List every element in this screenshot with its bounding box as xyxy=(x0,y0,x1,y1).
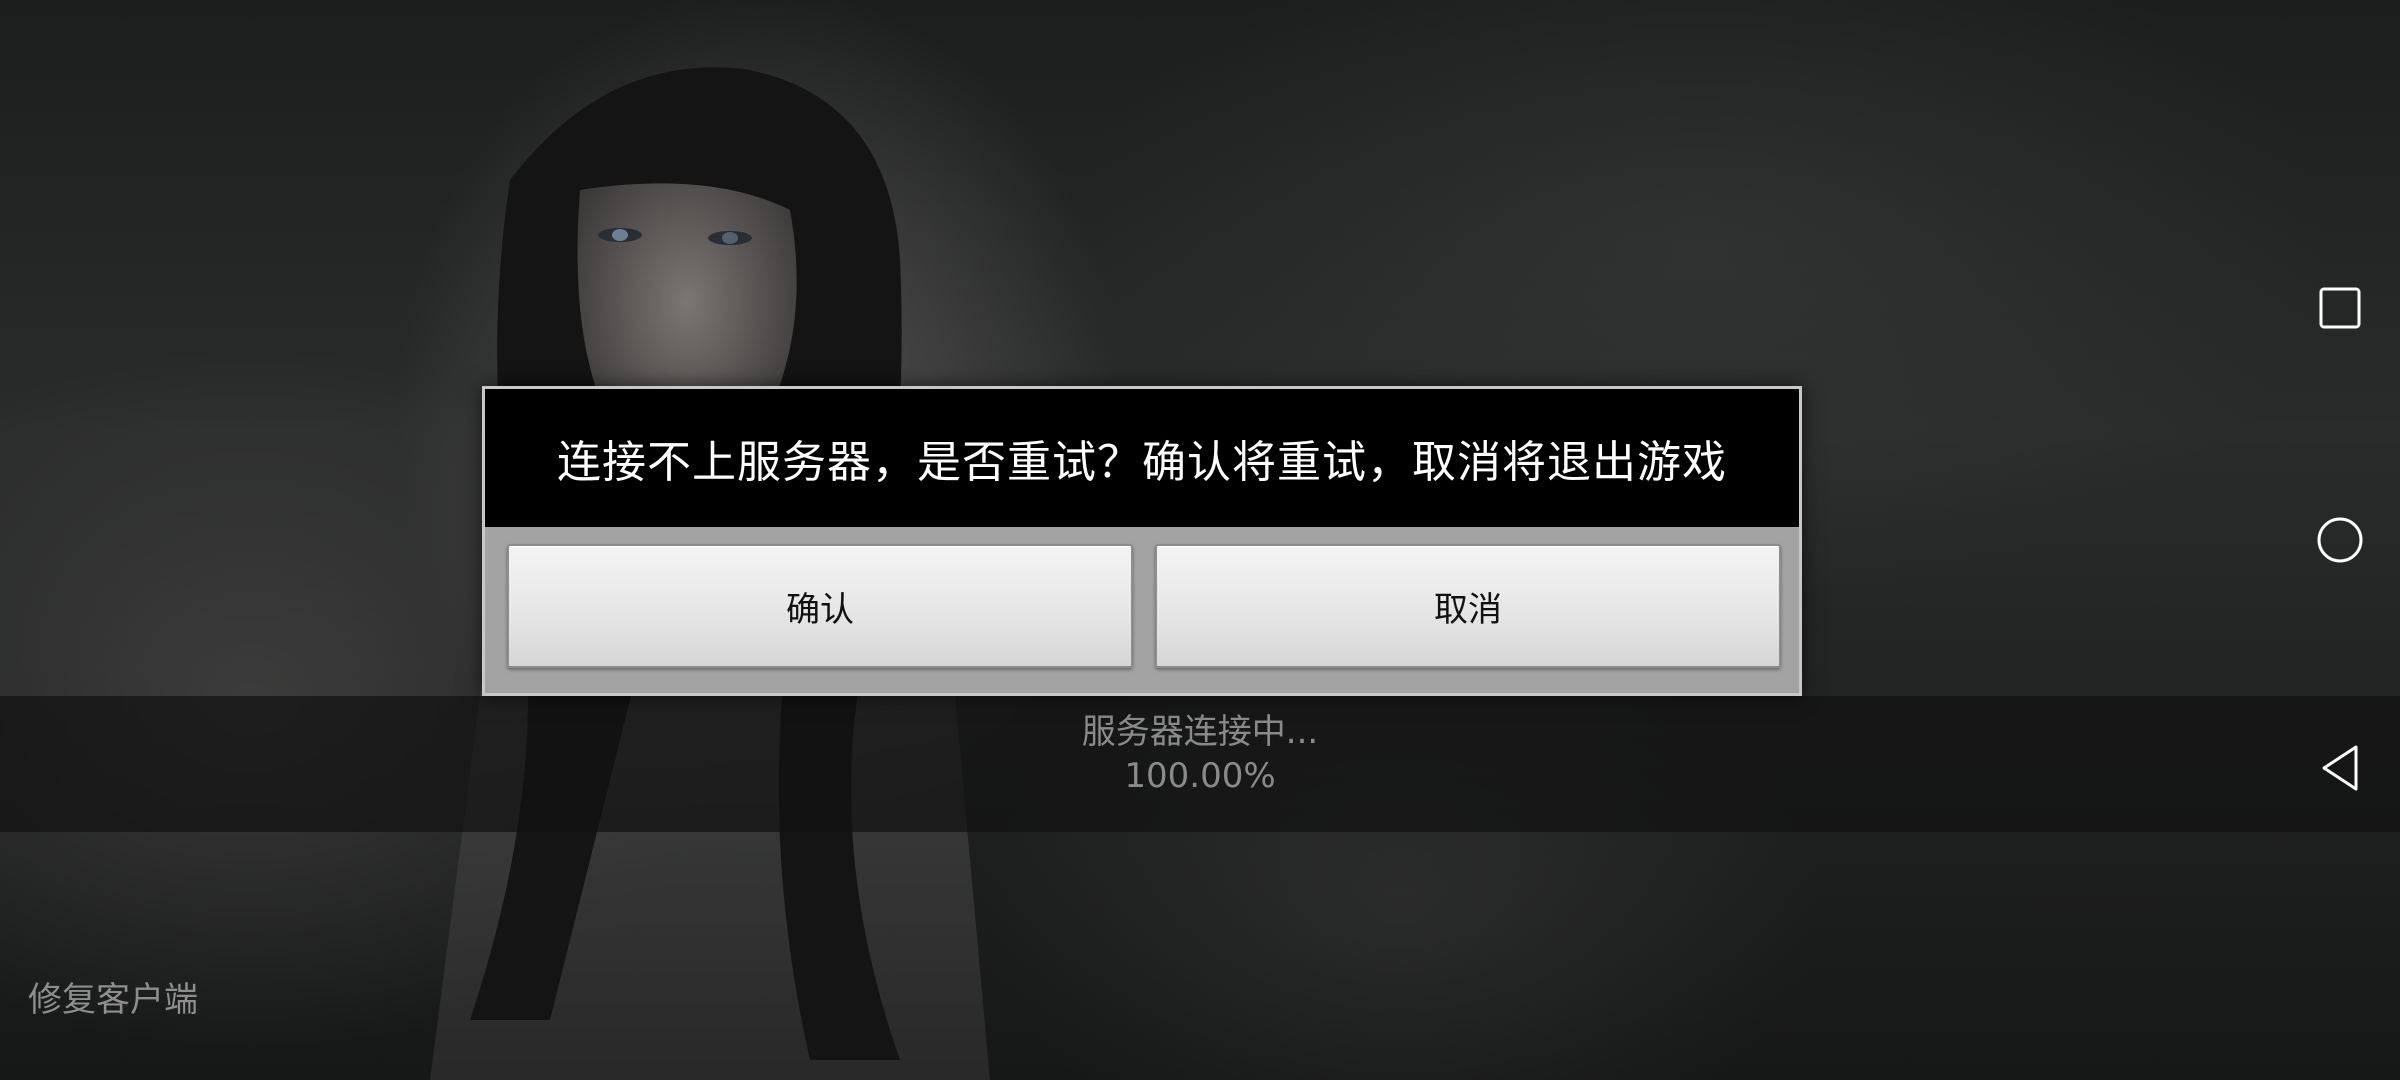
loading-progress-text: 100.00% xyxy=(1124,756,1276,796)
confirm-button[interactable]: 确认 xyxy=(507,544,1133,668)
game-screen: 服务器连接中... 100.00% 修复客户端 连接不上服务器，是否重试？确认将… xyxy=(0,0,2400,1080)
back-button[interactable] xyxy=(2310,738,2370,798)
loading-status-text: 服务器连接中... xyxy=(1081,712,1319,752)
connection-error-dialog: 连接不上服务器，是否重试？确认将重试，取消将退出游戏 确认 取消 xyxy=(482,386,1802,696)
home-icon xyxy=(2317,517,2363,563)
back-icon xyxy=(2322,745,2358,791)
android-navigation-bar xyxy=(2280,0,2400,1080)
dialog-header: 连接不上服务器，是否重试？确认将重试，取消将退出游戏 xyxy=(485,389,1799,527)
dialog-message: 连接不上服务器，是否重试？确认将重试，取消将退出游戏 xyxy=(557,437,1727,488)
recents-button[interactable] xyxy=(2310,278,2370,338)
repair-client-link[interactable]: 修复客户端 xyxy=(28,972,198,1021)
home-button[interactable] xyxy=(2310,510,2370,570)
recents-icon xyxy=(2319,287,2361,329)
cancel-button[interactable]: 取消 xyxy=(1155,544,1781,668)
